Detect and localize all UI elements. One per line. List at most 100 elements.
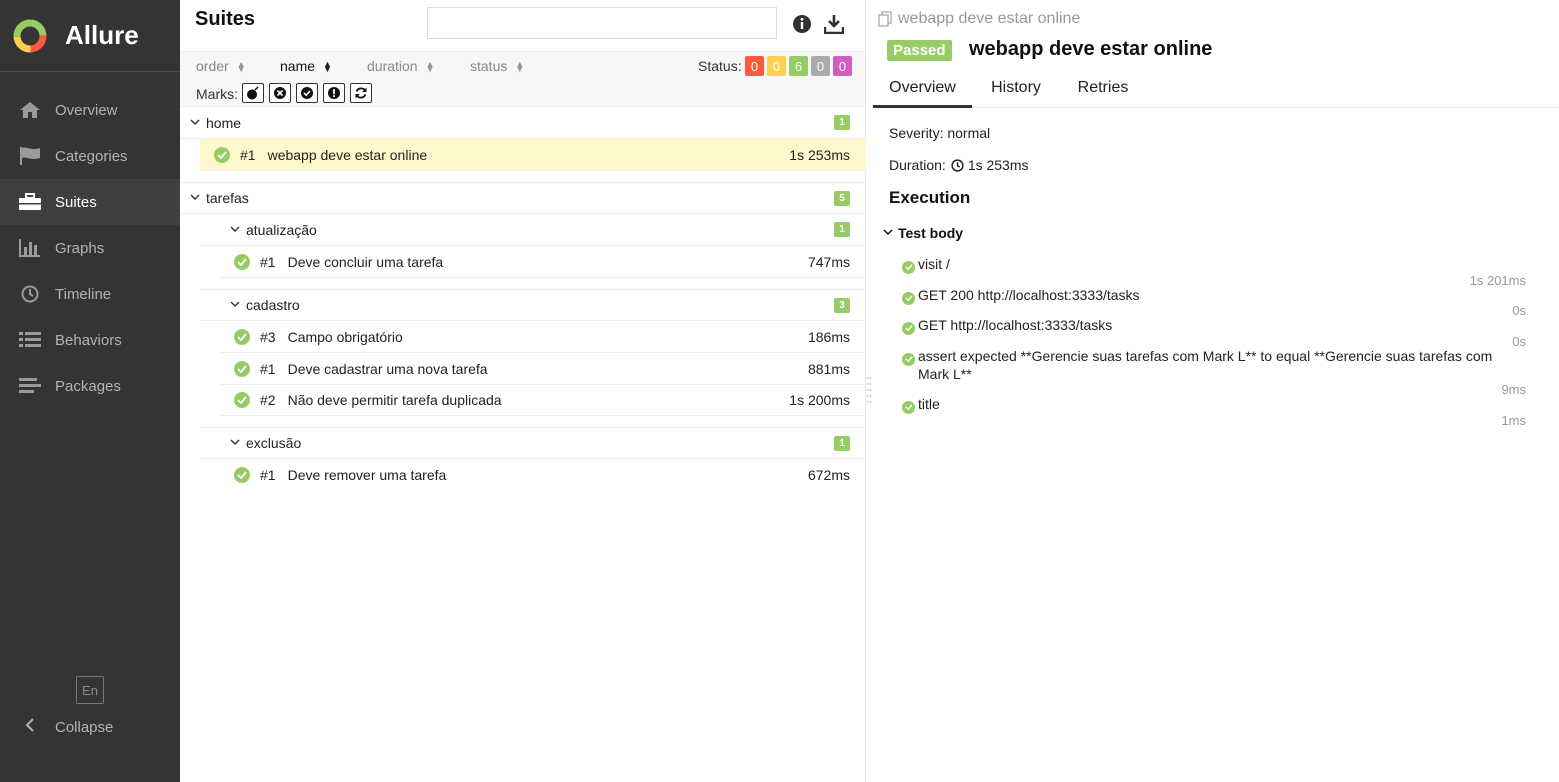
- suite-group-home[interactable]: home 1: [180, 107, 866, 139]
- home-icon: [18, 99, 42, 121]
- sidebar-item-behaviors[interactable]: Behaviors: [0, 317, 180, 363]
- sort-name-label: name: [280, 58, 316, 74]
- sidebar-item-graphs[interactable]: Graphs: [0, 225, 180, 271]
- step-item[interactable]: visit / 1s 201ms: [902, 256, 1542, 288]
- test-body-toggle[interactable]: Test body: [883, 225, 963, 241]
- group-count-badge: 1: [834, 222, 850, 237]
- breadcrumb[interactable]: webapp deve estar online: [878, 10, 1080, 28]
- list-icon: [18, 329, 42, 351]
- step-text: title: [918, 396, 940, 412]
- sidebar-item-packages[interactable]: Packages: [0, 363, 180, 409]
- chevron-down-icon: [189, 117, 201, 129]
- test-detail-pane: webapp deve estar online Passed webapp d…: [873, 0, 1559, 782]
- step-text: assert expected **Gerencie suas tarefas …: [918, 348, 1493, 382]
- group-name: tarefas: [206, 190, 249, 206]
- sidebar-item-label: Graphs: [55, 239, 105, 257]
- test-row[interactable]: #1 Deve concluir uma tarefa 747ms: [220, 246, 866, 278]
- mark-new-failed-toggle[interactable]: [269, 83, 291, 103]
- test-row[interactable]: #1 Deve cadastrar uma nova tarefa 881ms: [220, 353, 866, 385]
- status-skipped-toggle[interactable]: 0: [811, 56, 830, 76]
- mark-new-passed-toggle[interactable]: [296, 83, 318, 103]
- status-badge: Passed: [887, 40, 952, 61]
- test-row[interactable]: #2 Não deve permitir tarefa duplicada 1s…: [220, 384, 866, 416]
- test-index: #1: [260, 360, 276, 377]
- status-failed-toggle[interactable]: 0: [745, 56, 764, 76]
- tree-header: Suites: [180, 0, 865, 52]
- tab-history[interactable]: History: [981, 70, 1051, 108]
- check-circle-icon: [301, 87, 313, 99]
- suite-group-exclusao[interactable]: exclusão 1: [200, 427, 866, 459]
- search-input[interactable]: [427, 7, 777, 39]
- clock-icon: [18, 283, 42, 305]
- test-index: #1: [260, 253, 276, 270]
- sort-status-label: status: [470, 58, 508, 74]
- test-name: Deve remover uma tarefa: [287, 467, 447, 483]
- download-icon[interactable]: [824, 14, 844, 34]
- sidebar-nav: Overview Categories Suites Graphs Timeli…: [0, 87, 184, 409]
- tab-retries[interactable]: Retries: [1068, 70, 1138, 108]
- status-passed-toggle[interactable]: 6: [789, 56, 808, 76]
- passed-status-icon: [902, 291, 915, 305]
- mark-retries-toggle[interactable]: [350, 83, 372, 103]
- times-circle-icon: [274, 87, 286, 99]
- test-index: #1: [240, 146, 256, 163]
- sidebar-item-label: Suites: [55, 193, 97, 211]
- sort-order[interactable]: order ▲ ▼: [196, 58, 246, 75]
- test-row[interactable]: #1 Deve remover uma tarefa 672ms: [220, 459, 866, 491]
- step-item[interactable]: GET http://localhost:3333/tasks 0s: [902, 317, 1542, 349]
- severity-text: Severity: normal: [889, 125, 991, 141]
- chevron-down-icon: [229, 224, 241, 236]
- suite-group-atualizacao[interactable]: atualização 1: [200, 214, 866, 246]
- sidebar-item-overview[interactable]: Overview: [0, 87, 180, 133]
- test-name: Não deve permitir tarefa duplicada: [287, 391, 502, 408]
- brand[interactable]: Allure: [0, 0, 180, 72]
- sort-duration[interactable]: duration ▲ ▼: [367, 58, 435, 74]
- sort-arrows-icon: ▲ ▼: [236, 59, 246, 75]
- status-broken-toggle[interactable]: 0: [767, 56, 786, 76]
- suite-group-cadastro[interactable]: cadastro 3: [200, 289, 866, 321]
- sort-name[interactable]: name ▲ ▼: [280, 58, 332, 75]
- status-unknown-toggle[interactable]: 0: [833, 56, 852, 76]
- tree-controls: order ▲ ▼ name ▲ ▼ duration ▲ ▼ status ▲ ▼ Statu…: [180, 52, 865, 107]
- passed-status-icon: [902, 352, 915, 366]
- passed-status-icon: [902, 321, 915, 335]
- tab-overview[interactable]: Overview: [873, 70, 972, 108]
- sidebar-item-label: Categories: [55, 147, 128, 165]
- test-name: Campo obrigatório: [287, 328, 403, 345]
- sort-arrows-icon: ▲ ▼: [323, 59, 332, 75]
- language-switch[interactable]: En: [76, 676, 104, 704]
- mark-new-broken-toggle[interactable]: [323, 83, 345, 103]
- duration-line: Duration: 1s 253ms: [889, 157, 1029, 173]
- mark-flaky-toggle[interactable]: [242, 83, 264, 103]
- sidebar-item-timeline[interactable]: Timeline: [0, 271, 180, 317]
- pane-resize-handle[interactable]: [866, 375, 872, 407]
- test-row[interactable]: #3 Campo obrigatório 186ms: [220, 321, 866, 353]
- test-duration: 747ms: [807, 253, 850, 270]
- collapse-button[interactable]: Collapse: [18, 712, 113, 742]
- sort-duration-label: duration: [367, 58, 418, 74]
- align-left-icon: [18, 375, 42, 397]
- chevron-down-icon: [883, 227, 893, 239]
- group-count-badge: 1: [834, 435, 850, 451]
- step-text: GET http://localhost:3333/tasks: [918, 317, 1113, 333]
- group-name: exclusão: [246, 435, 302, 451]
- suite-group-tarefas[interactable]: tarefas 5: [180, 182, 866, 214]
- sort-status[interactable]: status ▲ ▼: [470, 58, 524, 74]
- passed-status-icon: [214, 146, 230, 163]
- sidebar: Allure Overview Categories Suites Graphs: [0, 0, 184, 782]
- sidebar-item-suites[interactable]: Suites: [0, 179, 184, 225]
- info-icon[interactable]: [792, 14, 812, 34]
- test-index: #2: [260, 391, 276, 408]
- group-name: cadastro: [246, 297, 300, 313]
- passed-status-icon: [902, 400, 915, 414]
- test-name: webapp deve estar online: [267, 146, 428, 163]
- step-item[interactable]: title 1ms: [902, 396, 1542, 428]
- step-duration: 0s: [1512, 334, 1526, 349]
- sidebar-item-categories[interactable]: Categories: [0, 133, 180, 179]
- group-name: home: [206, 114, 242, 131]
- sidebar-item-label: Behaviors: [55, 331, 122, 349]
- step-duration: 1s 201ms: [1469, 273, 1526, 288]
- step-item[interactable]: assert expected **Gerencie suas tarefas …: [902, 348, 1542, 397]
- step-item[interactable]: GET 200 http://localhost:3333/tasks 0s: [902, 287, 1542, 319]
- test-row[interactable]: #1 webapp deve estar online 1s 253ms: [200, 139, 866, 171]
